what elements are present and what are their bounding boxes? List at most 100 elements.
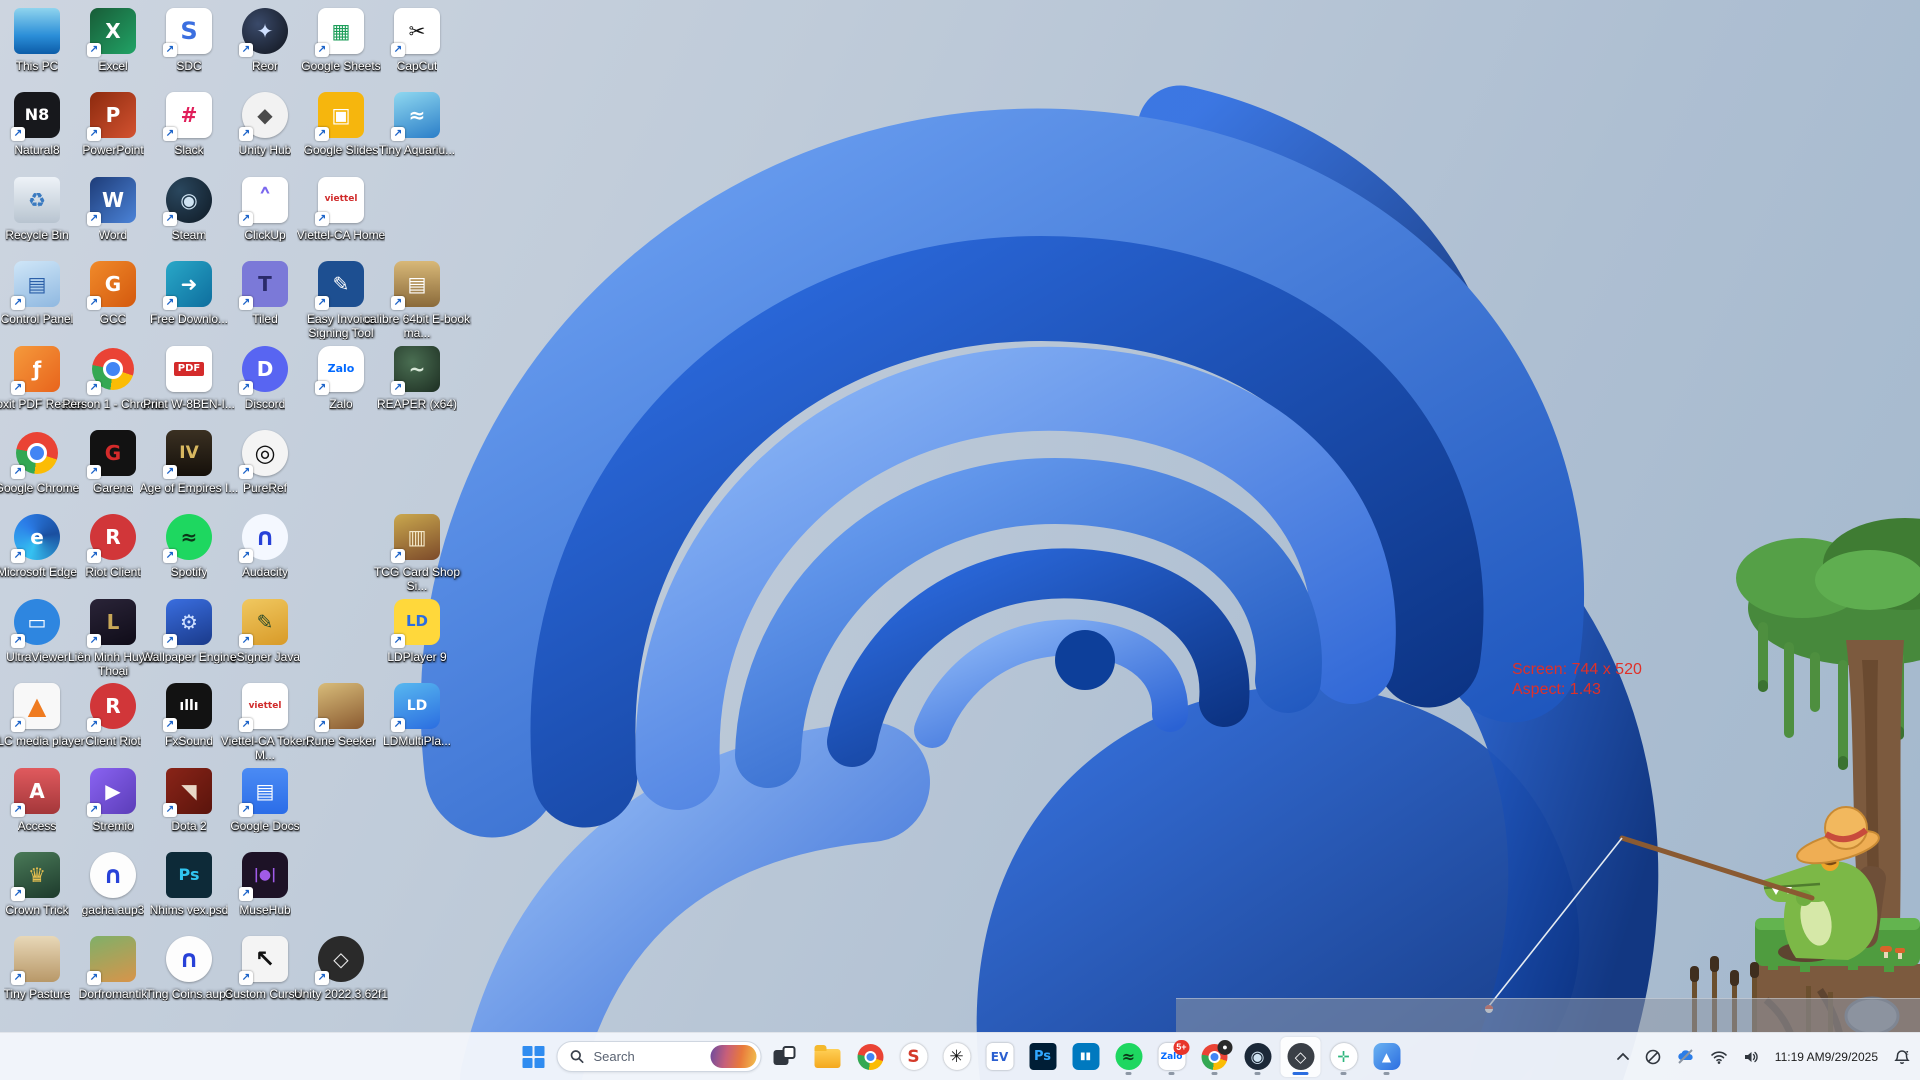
powerpoint-icon: P↗ bbox=[90, 92, 136, 138]
trello-button[interactable]: ▮▮ bbox=[1066, 1037, 1106, 1077]
file-explorer-button[interactable] bbox=[808, 1037, 848, 1077]
custom-cursor-icon: ↖↗ bbox=[242, 936, 288, 982]
easy-invoice-signing-tool-icon: ✎↗ bbox=[318, 261, 364, 307]
shortcut-arrow-icon: ↗ bbox=[11, 887, 25, 901]
shortcut-arrow-icon: ↗ bbox=[163, 127, 177, 141]
calibre-64bit-e-book-ma-icon: ▤↗ bbox=[394, 261, 440, 307]
spotify-button[interactable]: ≈ bbox=[1109, 1037, 1149, 1077]
pet-game-window[interactable]: Screen: 744 x 520 Aspect: 1.43 bbox=[1176, 512, 1920, 1032]
desktop-icon-audacity[interactable]: ∩↗Audacity bbox=[210, 514, 320, 579]
search-box[interactable]: Search bbox=[557, 1041, 762, 1072]
chrome-button[interactable] bbox=[851, 1037, 891, 1077]
shortcut-arrow-icon: ↗ bbox=[87, 212, 101, 226]
desktop-icon-pureref[interactable]: ◎↗PureRef bbox=[210, 430, 320, 495]
desktop-icon-google-docs[interactable]: ▤↗Google Docs bbox=[210, 768, 320, 833]
audacity-icon: ∩↗ bbox=[242, 514, 288, 560]
ev-office-button[interactable]: EV bbox=[980, 1037, 1020, 1077]
unity-button[interactable]: ◇ bbox=[1281, 1037, 1321, 1077]
shortcut-arrow-icon: ↗ bbox=[11, 296, 25, 310]
slack-icon: ✛ bbox=[1330, 1043, 1357, 1070]
running-indicator bbox=[1169, 1072, 1175, 1075]
start-button[interactable] bbox=[514, 1037, 554, 1077]
desktop-icon-label: Natural8 bbox=[14, 143, 59, 157]
desktop-icon-esigner-java[interactable]: ✎↗eSigner Java bbox=[210, 599, 320, 664]
spotify-icon: ≈ bbox=[1115, 1043, 1142, 1070]
search-highlight-image[interactable] bbox=[711, 1045, 757, 1068]
task-view-button[interactable] bbox=[765, 1037, 805, 1077]
slack-button[interactable]: ✛ bbox=[1324, 1037, 1364, 1077]
desktop-icon-label: Dota 2 bbox=[171, 819, 206, 833]
viettel-ca-home-icon: viettel↗ bbox=[318, 177, 364, 223]
desktop-icon-label: FxSound bbox=[165, 734, 213, 748]
hidden-icons-chevron[interactable] bbox=[1611, 1037, 1635, 1077]
shortcut-arrow-icon: ↗ bbox=[87, 718, 101, 732]
shortcut-arrow-icon: ↗ bbox=[391, 43, 405, 57]
desktop-icon-label: Word bbox=[99, 228, 127, 242]
desktop-icon-tcg-card-shop-si[interactable]: ▥↗TCG Card Shop Si... bbox=[362, 514, 472, 593]
desktop-icon-reaper-x64[interactable]: ~↗REAPER (x64) bbox=[362, 346, 472, 411]
ting-coins-aup3-icon: ∩ bbox=[166, 936, 212, 982]
chrome-profile-button[interactable]: ● bbox=[1195, 1037, 1235, 1077]
shortcut-arrow-icon: ↗ bbox=[239, 634, 253, 648]
zalo-button[interactable]: Zalo5+ bbox=[1152, 1037, 1192, 1077]
shortcut-arrow-icon: ↗ bbox=[239, 296, 253, 310]
bottom-overlay-bar[interactable] bbox=[1176, 998, 1920, 1032]
shortcut-arrow-icon: ↗ bbox=[239, 43, 253, 57]
desktop-icon-label: Tiled bbox=[252, 312, 278, 326]
tiny-aquariu-icon: ≈↗ bbox=[394, 92, 440, 138]
steam-button[interactable]: ◉ bbox=[1238, 1037, 1278, 1077]
taskbar: Search S✳EVPs ▮▮ ≈ Zalo5+ ● ◉◇ ✛ ▲ 11:19 AM 9/29… bbox=[0, 1032, 1920, 1080]
desktop-icon-calibre-64bit-e-book-ma[interactable]: ▤↗calibre 64bit E-book ma... bbox=[362, 261, 472, 340]
shortcut-arrow-icon: ↗ bbox=[163, 43, 177, 57]
desktop-icon-capcut[interactable]: ✂↗CapCut bbox=[362, 8, 472, 73]
shortcut-arrow-icon: ↗ bbox=[239, 212, 253, 226]
nhims-vex-psd-icon: Ps bbox=[166, 852, 212, 898]
notification-bell-z-icon[interactable]: z bbox=[1888, 1037, 1916, 1077]
clock-time: 11:19 AM bbox=[1775, 1050, 1825, 1065]
recycle-bin-icon: ♻ bbox=[14, 177, 60, 223]
desktop-icon-label: CapCut bbox=[397, 59, 438, 73]
volume-icon[interactable] bbox=[1737, 1037, 1765, 1077]
svg-text:z: z bbox=[1906, 1051, 1909, 1057]
viettel-ca-token-m-icon: viettel↗ bbox=[242, 683, 288, 729]
desktop-icon-ldmultipla[interactable]: LD↗LDMultiPla... bbox=[362, 683, 472, 748]
riot-client-icon: R↗ bbox=[90, 514, 136, 560]
desktop-icon-label: Google Docs bbox=[230, 819, 299, 833]
google-sheets-icon: ▦↗ bbox=[318, 8, 364, 54]
notification-badge: ● bbox=[1218, 1040, 1233, 1055]
photoshop-button[interactable]: Ps bbox=[1023, 1037, 1063, 1077]
chatgpt-button[interactable]: ✳ bbox=[937, 1037, 977, 1077]
desktop-icon-label: Client Riot bbox=[85, 734, 140, 748]
shortcut-arrow-icon: ↗ bbox=[87, 803, 101, 817]
sdc-button[interactable]: S bbox=[894, 1037, 934, 1077]
running-indicator bbox=[1384, 1072, 1390, 1075]
shortcut-arrow-icon: ↗ bbox=[87, 465, 101, 479]
desktop-icon-viettel-ca-home[interactable]: viettel↗ Viettel-CA Home bbox=[286, 177, 396, 242]
running-indicator bbox=[1126, 1072, 1132, 1075]
desktop-icon-tiny-aquariu[interactable]: ≈↗Tiny Aquariu... bbox=[362, 92, 472, 157]
desktop-icon-label: Excel bbox=[98, 59, 127, 73]
tiled-icon: T↗ bbox=[242, 261, 288, 307]
google-slides-icon: ▣↗ bbox=[318, 92, 364, 138]
shortcut-arrow-icon: ↗ bbox=[11, 803, 25, 817]
shortcut-arrow-icon: ↗ bbox=[87, 296, 101, 310]
spotify-icon: ≈↗ bbox=[166, 514, 212, 560]
sdc-icon: S↗ bbox=[166, 8, 212, 54]
clock[interactable]: 11:19 AM 9/29/2025 bbox=[1769, 1037, 1884, 1077]
onedrive-paused-icon[interactable] bbox=[1671, 1037, 1701, 1077]
trello-icon: ▮▮ bbox=[1072, 1043, 1099, 1070]
shortcut-arrow-icon: ↗ bbox=[87, 549, 101, 563]
shortcut-arrow-icon: ↗ bbox=[391, 549, 405, 563]
desktop-icon-label: eSigner Java bbox=[230, 650, 300, 664]
shortcut-arrow-icon: ↗ bbox=[11, 465, 25, 479]
desktop-icon-label: Viettel-CA Home bbox=[297, 228, 385, 242]
reaper-x64-icon: ~↗ bbox=[394, 346, 440, 392]
task-view-icon bbox=[774, 1046, 796, 1068]
photos-button[interactable]: ▲ bbox=[1367, 1037, 1407, 1077]
eye-off-icon[interactable] bbox=[1639, 1037, 1667, 1077]
desktop-icon-musehub[interactable]: |●|↗MuseHub bbox=[210, 852, 320, 917]
wifi-icon[interactable] bbox=[1705, 1037, 1733, 1077]
pureref-icon: ◎↗ bbox=[242, 430, 288, 476]
desktop-icon-ldplayer-9[interactable]: LD↗LDPlayer 9 bbox=[362, 599, 472, 664]
desktop-icon-unity-2022-3-62f1[interactable]: ◇↗Unity 2022.3.62f1 bbox=[286, 936, 396, 1001]
